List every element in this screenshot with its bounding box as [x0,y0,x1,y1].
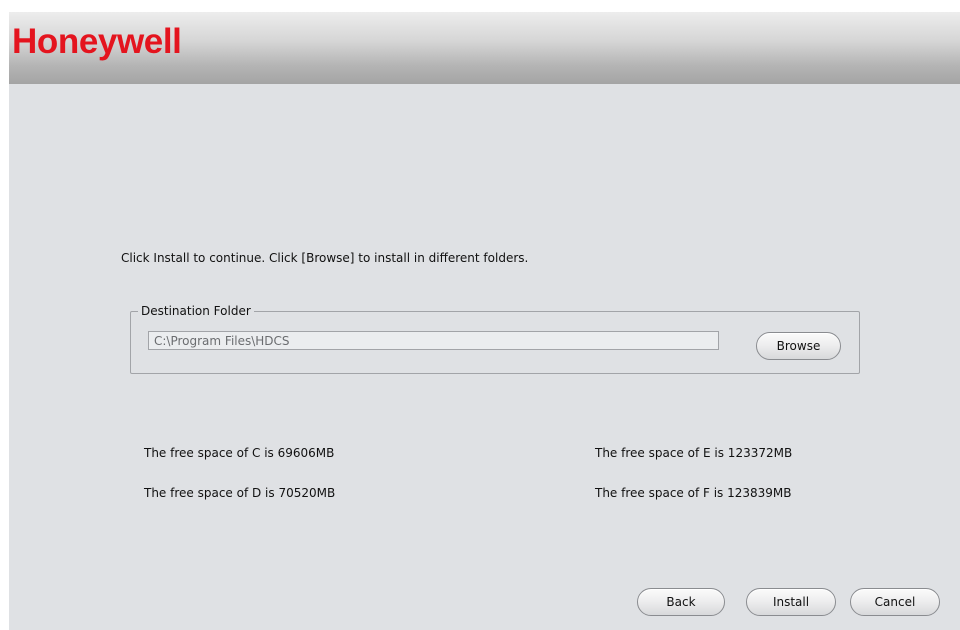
destination-folder-label: Destination Folder [138,304,254,318]
browse-button[interactable]: Browse [756,332,841,360]
install-button[interactable]: Install [746,588,836,616]
destination-path-input[interactable] [148,331,719,350]
free-space-c-text: The free space of C is 69606MB [144,446,335,460]
installer-window: Honeywell Click Install to continue. Cli… [9,12,960,630]
free-space-e-text: The free space of E is 123372MB [595,446,793,460]
instruction-text: Click Install to continue. Click [Browse… [121,251,529,265]
free-space-f-text: The free space of F is 123839MB [595,486,792,500]
honeywell-logo: Honeywell [12,22,182,61]
free-space-d-text: The free space of D is 70520MB [144,486,336,500]
cancel-button[interactable]: Cancel [850,588,940,616]
header-banner: Honeywell [9,12,960,84]
back-button[interactable]: Back [637,588,725,616]
